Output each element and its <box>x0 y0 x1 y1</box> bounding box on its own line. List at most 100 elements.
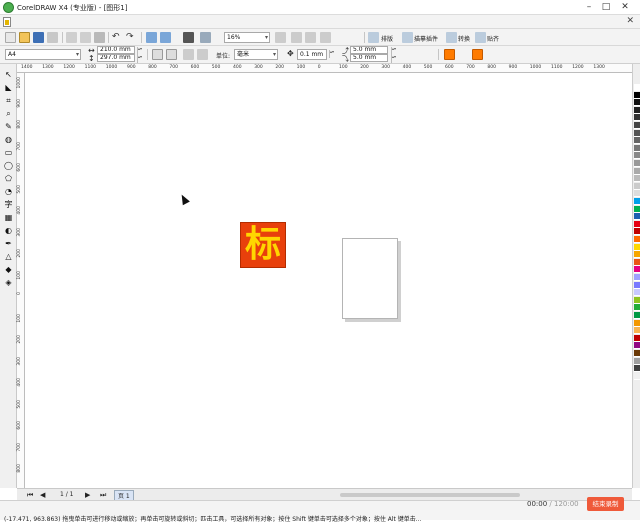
arrange-icon[interactable] <box>368 32 379 43</box>
basic-shapes-tool-icon[interactable]: ◔ <box>3 187 14 197</box>
biao-symbol-graphic[interactable]: 标 <box>240 222 286 268</box>
duplicate-x-field[interactable]: 5.0 mm <box>350 46 388 54</box>
document-close-button[interactable]: ✕ <box>626 16 634 26</box>
close-button[interactable]: ✕ <box>619 2 631 13</box>
height-stepper[interactable]: ▴▾ <box>137 55 142 63</box>
maximize-button[interactable]: □ <box>600 2 612 13</box>
palette-swatch[interactable] <box>634 129 640 137</box>
import-icon[interactable] <box>146 32 157 43</box>
palette-swatch[interactable] <box>634 281 640 289</box>
palette-swatch[interactable] <box>634 144 640 152</box>
prev-page-button[interactable]: ◀ <box>40 491 45 499</box>
palette-swatch[interactable] <box>634 205 640 213</box>
palette-swatch[interactable] <box>634 236 640 243</box>
paper-type-select[interactable]: A4 ▾ <box>5 49 81 60</box>
arrange-label[interactable]: 排版 <box>381 34 393 43</box>
palette-swatch[interactable] <box>634 160 640 167</box>
full-screen-preview-icon[interactable] <box>275 32 286 43</box>
horizontal-scrollbar[interactable] <box>340 493 520 497</box>
table-tool-icon[interactable]: ▦ <box>3 213 14 223</box>
palette-swatch[interactable] <box>634 175 640 183</box>
snap-label[interactable]: 贴齐 <box>487 34 499 43</box>
color-palette[interactable] <box>632 64 640 488</box>
application-launcher-icon[interactable] <box>183 32 194 43</box>
palette-swatch[interactable] <box>634 327 640 335</box>
snap-to-grid-icon[interactable] <box>291 32 302 43</box>
palette-swatch[interactable] <box>634 251 640 259</box>
eyedropper-tool-icon[interactable]: ✒ <box>3 239 14 249</box>
open-icon[interactable] <box>19 32 30 43</box>
palette-swatch[interactable] <box>634 213 640 221</box>
paste-icon[interactable] <box>94 32 105 43</box>
drawing-canvas[interactable] <box>26 74 629 487</box>
new-icon[interactable] <box>5 32 16 43</box>
palette-swatch[interactable] <box>634 84 640 91</box>
snap-icon[interactable] <box>475 32 486 43</box>
bitmap-icon[interactable] <box>402 32 413 43</box>
blend-tool-icon[interactable]: ◐ <box>3 226 14 236</box>
palette-swatch[interactable] <box>634 372 640 380</box>
page-height-field[interactable]: 297.0 mm <box>97 54 135 62</box>
print-icon[interactable] <box>47 32 58 43</box>
palette-swatch[interactable] <box>634 137 640 145</box>
smart-fill-tool-icon[interactable]: ◍ <box>3 135 14 145</box>
page-width-field[interactable]: 210.0 mm <box>97 46 135 54</box>
last-page-button[interactable]: ⏭ <box>100 491 106 500</box>
palette-swatch[interactable] <box>634 365 640 373</box>
palette-swatch[interactable] <box>634 152 640 160</box>
interactive-fill-tool-icon[interactable]: ◈ <box>3 278 14 288</box>
zoom-level-select[interactable]: 16% ▾ <box>224 32 270 43</box>
units-select[interactable]: 毫米 ▾ <box>234 49 278 60</box>
all-pages-icon[interactable] <box>183 49 194 60</box>
plugin-a-icon[interactable] <box>444 49 455 60</box>
pick-tool-icon[interactable]: ↖ <box>3 70 14 80</box>
shape-tool-icon[interactable]: ◣ <box>3 83 14 93</box>
palette-swatch[interactable] <box>634 198 640 205</box>
duplicate-y-field[interactable]: 5.0 mm <box>350 54 388 62</box>
palette-swatch[interactable] <box>634 289 640 297</box>
palette-swatch[interactable] <box>634 296 640 304</box>
copy-icon[interactable] <box>80 32 91 43</box>
palette-swatch[interactable] <box>634 258 640 266</box>
undo-icon[interactable]: ↶ <box>112 32 123 43</box>
rectangle-tool-icon[interactable]: ▭ <box>3 148 14 158</box>
palette-swatch[interactable] <box>634 122 640 129</box>
trace-plugin-label[interactable]: 描摹插件 <box>414 34 438 43</box>
welcome-screen-icon[interactable] <box>200 32 211 43</box>
vertical-ruler[interactable]: 1000 900 800 700 600 500 400 300 200 100 0 100 200 30… <box>17 73 25 488</box>
outline-tool-icon[interactable]: △ <box>3 252 14 262</box>
palette-swatch[interactable] <box>634 319 640 327</box>
stop-recording-button[interactable]: 结束录制 <box>587 497 624 511</box>
palette-swatch[interactable] <box>634 334 640 342</box>
palette-swatch[interactable] <box>634 304 640 312</box>
palette-swatch[interactable] <box>634 266 640 274</box>
palette-swatch[interactable] <box>634 167 640 175</box>
ellipse-tool-icon[interactable]: ◯ <box>3 161 14 171</box>
landscape-icon[interactable] <box>166 49 177 60</box>
palette-swatch[interactable] <box>634 99 640 107</box>
palette-swatch[interactable] <box>634 350 640 357</box>
palette-swatch[interactable] <box>634 106 640 114</box>
fill-tool-icon[interactable]: ◆ <box>3 265 14 275</box>
palette-swatch[interactable] <box>634 243 640 251</box>
palette-swatch[interactable] <box>634 114 640 122</box>
polygon-tool-icon[interactable]: ⬠ <box>3 174 14 184</box>
save-icon[interactable] <box>33 32 44 43</box>
dup-y-stepper[interactable]: ▴▾ <box>391 55 396 63</box>
current-page-icon[interactable] <box>197 49 208 60</box>
palette-swatch[interactable] <box>634 190 640 198</box>
document-icon[interactable] <box>3 17 11 27</box>
freehand-tool-icon[interactable]: ✎ <box>3 122 14 132</box>
palette-swatch[interactable] <box>634 357 640 365</box>
plugin-b-icon[interactable] <box>472 49 483 60</box>
first-page-button[interactable]: ⏮ <box>27 491 33 500</box>
crop-tool-icon[interactable]: ⌗ <box>3 96 14 106</box>
palette-swatch[interactable] <box>634 274 640 281</box>
zoom-page-icon[interactable] <box>305 32 316 43</box>
palette-swatch[interactable] <box>634 312 640 319</box>
palette-swatch[interactable] <box>634 342 640 350</box>
page-border[interactable] <box>342 238 398 319</box>
horizontal-ruler[interactable]: 1400 1300 1200 1100 1000 900 800 700 600 500 400 30… <box>17 64 632 73</box>
cut-icon[interactable] <box>66 32 77 43</box>
convert-label[interactable]: 转换 <box>458 34 470 43</box>
